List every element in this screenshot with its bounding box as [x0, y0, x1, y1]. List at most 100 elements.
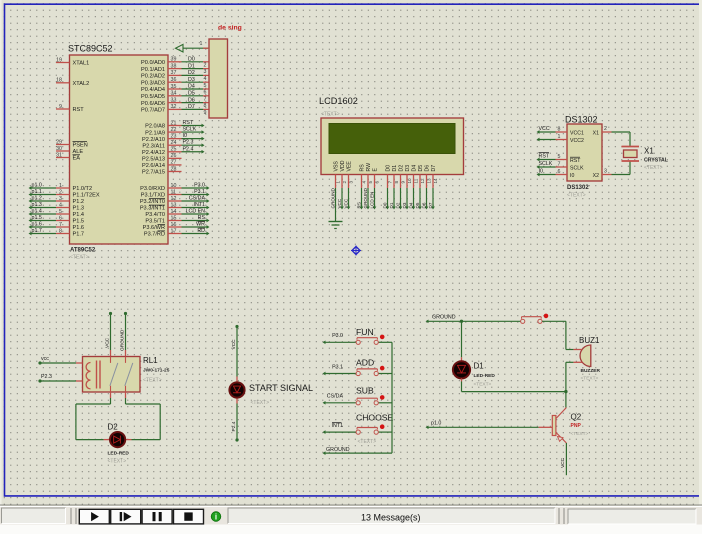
svg-text:3: 3 [604, 169, 607, 175]
svg-text:RST: RST [570, 158, 581, 164]
svg-text:5: 5 [368, 181, 373, 184]
svg-text:RST: RST [73, 107, 85, 113]
svg-text:<TEXT>: <TEXT> [321, 112, 340, 118]
svg-text:9: 9 [59, 104, 62, 110]
svg-text:P0.4/AD4: P0.4/AD4 [141, 87, 165, 93]
svg-text:5: 5 [558, 154, 561, 160]
svg-text:CRYSTAL: CRYSTAL [644, 158, 669, 164]
svg-text:SUB: SUB [356, 385, 374, 395]
svg-text:6: 6 [204, 90, 207, 96]
svg-text:JW0-171-25: JW0-171-25 [143, 368, 170, 374]
svg-text:RL1: RL1 [143, 356, 158, 365]
svg-text:VCC: VCC [231, 339, 237, 350]
svg-text:RS: RS [356, 202, 361, 208]
svg-text:D2: D2 [399, 165, 405, 172]
svg-text:8: 8 [204, 103, 207, 109]
svg-text:P1.3: P1.3 [73, 206, 85, 212]
svg-text:I0: I0 [539, 169, 543, 175]
svg-text:D2: D2 [108, 423, 119, 432]
svg-text:p1.7: p1.7 [32, 228, 42, 234]
svg-text:VCC: VCC [343, 198, 348, 208]
svg-text:38: 38 [171, 63, 177, 69]
svg-text:7: 7 [59, 222, 62, 228]
svg-text:P1.2: P1.2 [73, 199, 85, 205]
svg-text:3: 3 [348, 181, 353, 184]
svg-text:RST: RST [539, 154, 550, 160]
svg-text:D2: D2 [395, 202, 400, 208]
svg-text:12: 12 [420, 178, 425, 184]
svg-text:D7: D7 [188, 104, 195, 110]
svg-text:18: 18 [56, 78, 62, 84]
svg-text:P3.0: P3.0 [194, 183, 205, 189]
svg-text:13 Message(s): 13 Message(s) [361, 512, 421, 522]
svg-text:36: 36 [171, 77, 177, 83]
svg-text:p1.6: p1.6 [32, 222, 42, 228]
svg-text:1: 1 [200, 41, 203, 47]
svg-text:EA: EA [73, 156, 81, 162]
svg-text:de sing: de sing [218, 25, 242, 32]
svg-text:RS: RS [198, 215, 206, 221]
svg-text:P0.7/AD7: P0.7/AD7 [141, 108, 165, 114]
svg-text:E: E [373, 168, 379, 172]
svg-text:BUZZER: BUZZER [581, 368, 601, 374]
svg-text:D7: D7 [431, 165, 437, 172]
svg-text:PNP: PNP [571, 423, 582, 429]
svg-text:D1: D1 [188, 63, 195, 69]
svg-text:VCC2: VCC2 [570, 138, 584, 144]
svg-text:2: 2 [59, 189, 62, 195]
svg-text:D3: D3 [405, 165, 411, 172]
svg-text:LCD EN: LCD EN [186, 209, 206, 215]
svg-text:VCC: VCC [337, 198, 342, 208]
svg-text:CS/DA: CS/DA [189, 196, 206, 202]
svg-text:VEE: VEE [347, 161, 353, 172]
svg-text:10: 10 [171, 183, 177, 189]
svg-text:D2: D2 [188, 70, 195, 76]
svg-text:I0: I0 [570, 173, 574, 179]
svg-text:P3.3/INT1: P3.3/INT1 [140, 206, 165, 212]
svg-text:GROUND: GROUND [363, 187, 368, 208]
svg-text:D1: D1 [389, 202, 394, 208]
svg-text:PSEN: PSEN [73, 143, 88, 149]
svg-text:RS: RS [360, 164, 366, 172]
svg-text:SCLK: SCLK [570, 165, 584, 171]
svg-text:SCLK: SCLK [539, 161, 553, 167]
svg-text:X1: X1 [593, 130, 599, 136]
svg-text:START SIGNAL: START SIGNAL [249, 383, 313, 393]
svg-text:p1.4: p1.4 [32, 209, 42, 215]
svg-text:32: 32 [171, 104, 177, 110]
svg-text:P0.0/AD0: P0.0/AD0 [141, 60, 165, 66]
svg-text:D6: D6 [425, 165, 431, 172]
svg-text:8: 8 [59, 228, 62, 234]
svg-text:13: 13 [426, 178, 431, 184]
svg-text:P1.6: P1.6 [73, 225, 85, 231]
svg-text:8: 8 [394, 181, 399, 184]
svg-text:D0: D0 [386, 165, 392, 172]
svg-text:4: 4 [59, 202, 62, 208]
svg-text:D6: D6 [421, 202, 426, 208]
svg-text:9: 9 [400, 181, 405, 184]
svg-text:GROUND: GROUND [432, 314, 456, 320]
svg-text:D4: D4 [408, 202, 413, 208]
svg-text:RW: RW [366, 163, 372, 172]
svg-text:GROUND: GROUND [120, 329, 126, 351]
svg-text:ADD: ADD [356, 357, 374, 367]
svg-text:4: 4 [204, 76, 207, 82]
svg-text:24: 24 [171, 140, 177, 146]
svg-text:p1.1: p1.1 [32, 189, 42, 195]
svg-text:29: 29 [56, 139, 62, 145]
svg-text:P3.2/INT0: P3.2/INT0 [140, 199, 165, 205]
svg-text:<TEXT>: <TEXT> [581, 376, 599, 382]
svg-text:12: 12 [171, 196, 177, 202]
svg-text:VCC: VCC [560, 457, 566, 468]
svg-text:1: 1 [335, 181, 340, 184]
svg-text:D1: D1 [474, 362, 485, 371]
svg-text:28: 28 [171, 166, 177, 172]
svg-text:P3.0/RXD: P3.0/RXD [140, 186, 165, 192]
svg-text:X2: X2 [593, 173, 599, 179]
svg-text:P0.2/AD2: P0.2/AD2 [141, 74, 165, 80]
svg-text:6: 6 [374, 181, 379, 184]
svg-text:2: 2 [204, 62, 207, 68]
svg-text:DS1302: DS1302 [565, 115, 598, 125]
svg-text:P2.1/A9: P2.1/A9 [145, 130, 165, 136]
svg-text:BUZ1: BUZ1 [579, 336, 600, 345]
